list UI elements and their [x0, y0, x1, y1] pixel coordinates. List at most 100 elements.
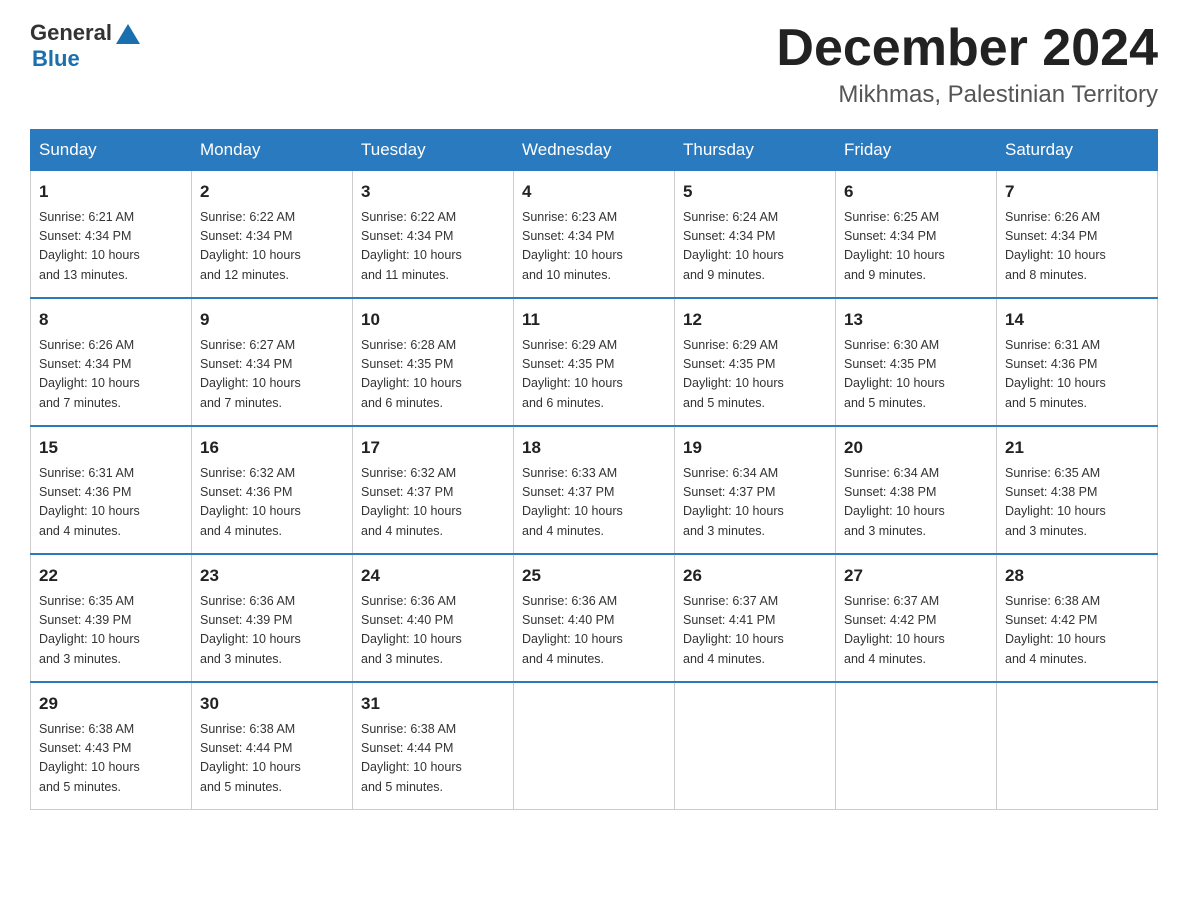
day-number: 19 — [683, 435, 827, 461]
day-info: Sunrise: 6:38 AMSunset: 4:42 PMDaylight:… — [1005, 592, 1149, 670]
day-info: Sunrise: 6:30 AMSunset: 4:35 PMDaylight:… — [844, 336, 988, 414]
calendar-cell: 2 Sunrise: 6:22 AMSunset: 4:34 PMDaylight… — [192, 171, 353, 299]
logo-triangle-icon — [114, 22, 142, 46]
col-friday: Friday — [836, 130, 997, 171]
day-info: Sunrise: 6:34 AMSunset: 4:38 PMDaylight:… — [844, 464, 988, 542]
day-info: Sunrise: 6:29 AMSunset: 4:35 PMDaylight:… — [683, 336, 827, 414]
calendar-cell: 17 Sunrise: 6:32 AMSunset: 4:37 PMDayligh… — [353, 426, 514, 554]
day-info: Sunrise: 6:26 AMSunset: 4:34 PMDaylight:… — [1005, 208, 1149, 286]
day-info: Sunrise: 6:26 AMSunset: 4:34 PMDaylight:… — [39, 336, 183, 414]
day-info: Sunrise: 6:36 AMSunset: 4:39 PMDaylight:… — [200, 592, 344, 670]
calendar-cell: 21 Sunrise: 6:35 AMSunset: 4:38 PMDayligh… — [997, 426, 1158, 554]
day-info: Sunrise: 6:25 AMSunset: 4:34 PMDaylight:… — [844, 208, 988, 286]
day-info: Sunrise: 6:38 AMSunset: 4:44 PMDaylight:… — [361, 720, 505, 798]
col-wednesday: Wednesday — [514, 130, 675, 171]
calendar-cell: 9Sunrise: 6:27 AMSunset: 4:34 PMDaylight… — [192, 298, 353, 426]
calendar-cell: 6 Sunrise: 6:25 AMSunset: 4:34 PMDaylight… — [836, 171, 997, 299]
calendar-cell: 29 Sunrise: 6:38 AMSunset: 4:43 PMDayligh… — [31, 682, 192, 810]
day-info: Sunrise: 6:32 AMSunset: 4:36 PMDaylight:… — [200, 464, 344, 542]
day-number: 1 — [39, 179, 183, 205]
calendar-cell: 24 Sunrise: 6:36 AMSunset: 4:40 PMDayligh… — [353, 554, 514, 682]
day-number: 12 — [683, 307, 827, 333]
day-number: 30 — [200, 691, 344, 717]
day-number: 15 — [39, 435, 183, 461]
calendar-cell: 1 Sunrise: 6:21 AMSunset: 4:34 PMDaylight… — [31, 171, 192, 299]
location-title: Mikhmas, Palestinian Territory — [776, 81, 1158, 109]
calendar-cell: 27Sunrise: 6:37 AMSunset: 4:42 PMDayligh… — [836, 554, 997, 682]
day-number: 13 — [844, 307, 988, 333]
calendar-cell: 22Sunrise: 6:35 AMSunset: 4:39 PMDayligh… — [31, 554, 192, 682]
calendar-week-row: 22Sunrise: 6:35 AMSunset: 4:39 PMDayligh… — [31, 554, 1158, 682]
day-info: Sunrise: 6:37 AMSunset: 4:41 PMDaylight:… — [683, 592, 827, 670]
day-info: Sunrise: 6:32 AMSunset: 4:37 PMDaylight:… — [361, 464, 505, 542]
calendar-week-row: 15Sunrise: 6:31 AMSunset: 4:36 PMDayligh… — [31, 426, 1158, 554]
calendar-cell: 16 Sunrise: 6:32 AMSunset: 4:36 PMDayligh… — [192, 426, 353, 554]
day-number: 25 — [522, 563, 666, 589]
calendar-cell — [997, 682, 1158, 810]
day-number: 23 — [200, 563, 344, 589]
day-number: 18 — [522, 435, 666, 461]
col-sunday: Sunday — [31, 130, 192, 171]
calendar-week-row: 1 Sunrise: 6:21 AMSunset: 4:34 PMDaylight… — [31, 171, 1158, 299]
calendar-cell: 25 Sunrise: 6:36 AMSunset: 4:40 PMDayligh… — [514, 554, 675, 682]
day-number: 8 — [39, 307, 183, 333]
calendar-week-row: 8 Sunrise: 6:26 AMSunset: 4:34 PMDaylight… — [31, 298, 1158, 426]
calendar-cell: 30 Sunrise: 6:38 AMSunset: 4:44 PMDayligh… — [192, 682, 353, 810]
day-number: 5 — [683, 179, 827, 205]
calendar-cell: 15Sunrise: 6:31 AMSunset: 4:36 PMDayligh… — [31, 426, 192, 554]
day-info: Sunrise: 6:38 AMSunset: 4:43 PMDaylight:… — [39, 720, 183, 798]
calendar-cell: 7Sunrise: 6:26 AMSunset: 4:34 PMDaylight… — [997, 171, 1158, 299]
day-number: 6 — [844, 179, 988, 205]
calendar-cell: 13 Sunrise: 6:30 AMSunset: 4:35 PMDayligh… — [836, 298, 997, 426]
calendar-cell: 23 Sunrise: 6:36 AMSunset: 4:39 PMDayligh… — [192, 554, 353, 682]
day-info: Sunrise: 6:36 AMSunset: 4:40 PMDaylight:… — [522, 592, 666, 670]
logo-general-text: General — [30, 20, 112, 46]
day-number: 11 — [522, 307, 666, 333]
calendar-cell: 20 Sunrise: 6:34 AMSunset: 4:38 PMDayligh… — [836, 426, 997, 554]
calendar-cell — [675, 682, 836, 810]
day-number: 26 — [683, 563, 827, 589]
title-section: December 2024 Mikhmas, Palestinian Terri… — [776, 20, 1158, 109]
calendar-cell: 26 Sunrise: 6:37 AMSunset: 4:41 PMDayligh… — [675, 554, 836, 682]
calendar-cell: 3 Sunrise: 6:22 AMSunset: 4:34 PMDaylight… — [353, 171, 514, 299]
day-info: Sunrise: 6:23 AMSunset: 4:34 PMDaylight:… — [522, 208, 666, 286]
day-info: Sunrise: 6:33 AMSunset: 4:37 PMDaylight:… — [522, 464, 666, 542]
day-info: Sunrise: 6:28 AMSunset: 4:35 PMDaylight:… — [361, 336, 505, 414]
day-info: Sunrise: 6:35 AMSunset: 4:38 PMDaylight:… — [1005, 464, 1149, 542]
col-thursday: Thursday — [675, 130, 836, 171]
day-number: 10 — [361, 307, 505, 333]
day-number: 21 — [1005, 435, 1149, 461]
calendar-cell: 11 Sunrise: 6:29 AMSunset: 4:35 PMDayligh… — [514, 298, 675, 426]
day-number: 16 — [200, 435, 344, 461]
day-info: Sunrise: 6:36 AMSunset: 4:40 PMDaylight:… — [361, 592, 505, 670]
day-number: 4 — [522, 179, 666, 205]
day-number: 24 — [361, 563, 505, 589]
day-info: Sunrise: 6:22 AMSunset: 4:34 PMDaylight:… — [200, 208, 344, 286]
day-number: 31 — [361, 691, 505, 717]
day-info: Sunrise: 6:27 AMSunset: 4:34 PMDaylight:… — [200, 336, 344, 414]
day-number: 29 — [39, 691, 183, 717]
calendar-cell: 4 Sunrise: 6:23 AMSunset: 4:34 PMDaylight… — [514, 171, 675, 299]
calendar-cell: 12 Sunrise: 6:29 AMSunset: 4:35 PMDayligh… — [675, 298, 836, 426]
day-number: 17 — [361, 435, 505, 461]
day-info: Sunrise: 6:21 AMSunset: 4:34 PMDaylight:… — [39, 208, 183, 286]
col-monday: Monday — [192, 130, 353, 171]
day-number: 2 — [200, 179, 344, 205]
day-number: 28 — [1005, 563, 1149, 589]
calendar-cell: 19Sunrise: 6:34 AMSunset: 4:37 PMDayligh… — [675, 426, 836, 554]
calendar-week-row: 29 Sunrise: 6:38 AMSunset: 4:43 PMDayligh… — [31, 682, 1158, 810]
day-info: Sunrise: 6:22 AMSunset: 4:34 PMDaylight:… — [361, 208, 505, 286]
day-number: 22 — [39, 563, 183, 589]
col-tuesday: Tuesday — [353, 130, 514, 171]
day-number: 14 — [1005, 307, 1149, 333]
calendar-cell: 18 Sunrise: 6:33 AMSunset: 4:37 PMDayligh… — [514, 426, 675, 554]
day-number: 27 — [844, 563, 988, 589]
calendar-cell: 10 Sunrise: 6:28 AMSunset: 4:35 PMDayligh… — [353, 298, 514, 426]
calendar-header-row: Sunday Monday Tuesday Wednesday Thursday… — [31, 130, 1158, 171]
calendar-cell: 5Sunrise: 6:24 AMSunset: 4:34 PMDaylight… — [675, 171, 836, 299]
day-info: Sunrise: 6:38 AMSunset: 4:44 PMDaylight:… — [200, 720, 344, 798]
day-number: 20 — [844, 435, 988, 461]
day-number: 3 — [361, 179, 505, 205]
day-info: Sunrise: 6:29 AMSunset: 4:35 PMDaylight:… — [522, 336, 666, 414]
logo: General Blue — [30, 20, 142, 72]
